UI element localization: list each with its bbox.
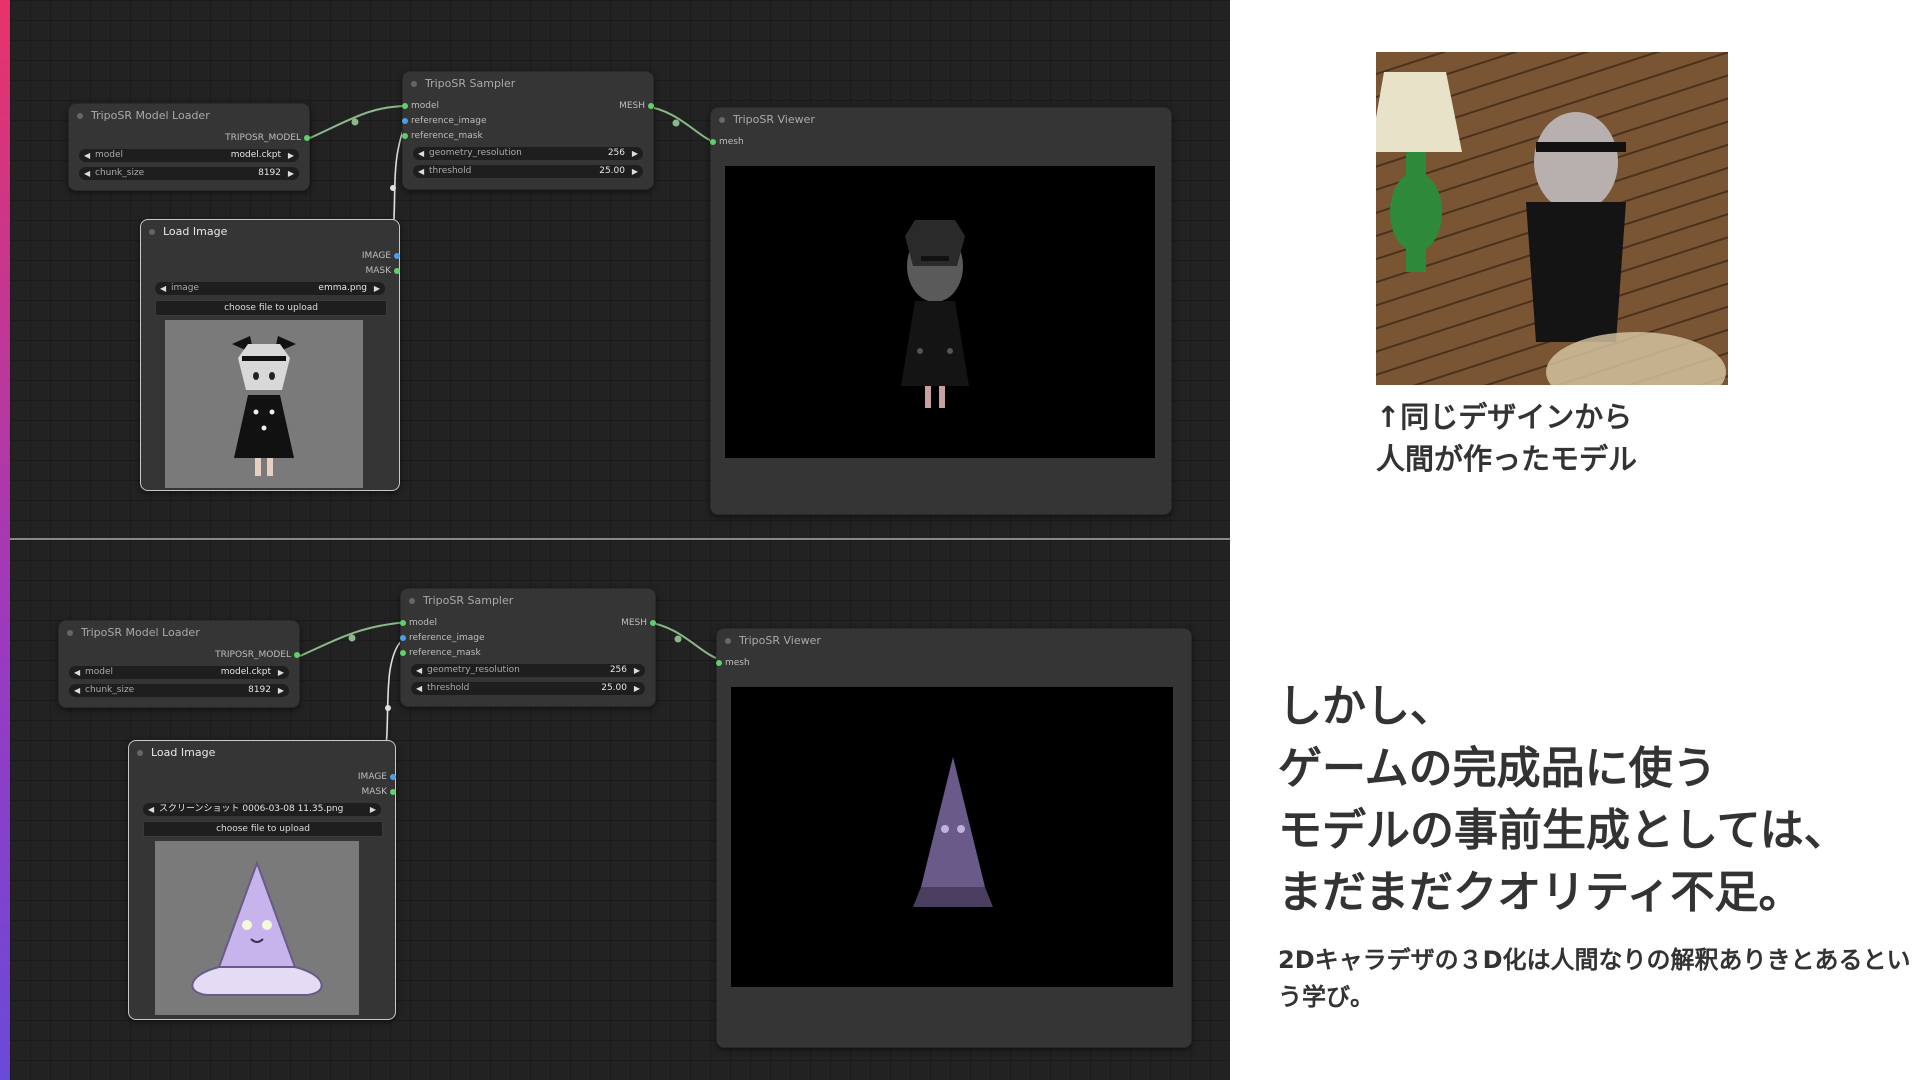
slot-dot-icon: [390, 774, 396, 780]
decrement-arrow-icon[interactable]: ◀: [160, 282, 166, 295]
input-slot-reference-mask[interactable]: reference_mask: [402, 130, 531, 142]
threshold-widget[interactable]: ◀ threshold 25.00 ▶: [413, 165, 643, 178]
increment-arrow-icon[interactable]: ▶: [278, 666, 284, 679]
input-slot-reference-image[interactable]: reference_image: [400, 632, 529, 644]
output-slot-image[interactable]: IMAGE: [311, 250, 400, 262]
increment-arrow-icon[interactable]: ▶: [632, 147, 638, 160]
slot-dot-icon: [294, 652, 300, 658]
input-slot-model[interactable]: model: [402, 100, 531, 112]
node-title: TripoSR Sampler: [401, 589, 655, 613]
3d-viewport[interactable]: [725, 166, 1155, 458]
node-graph-canvas-bottom[interactable]: TripoSR Model Loader TRIPOSR_MODEL ◀ mod…: [10, 540, 1230, 1080]
slot-dot-icon: [400, 635, 406, 641]
character-image: [232, 336, 296, 476]
model-loader-node[interactable]: TripoSR Model Loader TRIPOSR_MODEL ◀ mod…: [68, 103, 310, 191]
slot-dot-icon: [402, 118, 408, 124]
slot-dot-icon: [402, 133, 408, 139]
slot-dot-icon: [402, 103, 408, 109]
reference-caption: ↑同じデザインから 人間が作ったモデル: [1376, 400, 1638, 476]
slot-dot-icon: [716, 660, 722, 666]
geometry-resolution-widget[interactable]: ◀ geometry_resolution 256 ▶: [413, 147, 643, 160]
increment-arrow-icon[interactable]: ▶: [374, 282, 380, 295]
slot-dot-icon: [394, 253, 400, 259]
input-slot-mesh[interactable]: mesh: [716, 657, 825, 669]
decrement-arrow-icon[interactable]: ◀: [418, 147, 424, 160]
decrement-arrow-icon[interactable]: ◀: [84, 149, 90, 162]
model-widget[interactable]: ◀ model model.ckpt ▶: [79, 149, 299, 162]
output-slot-triposr-model[interactable]: TRIPOSR_MODEL: [101, 132, 310, 144]
decrement-arrow-icon[interactable]: ◀: [84, 167, 90, 180]
cone-character-image: [191, 860, 323, 996]
input-slot-reference-mask[interactable]: reference_mask: [400, 647, 529, 659]
output-slot-image[interactable]: IMAGE: [307, 771, 396, 783]
node-title: TripoSR Model Loader: [69, 104, 309, 128]
slot-dot-icon: [400, 620, 406, 626]
slot-dot-icon: [400, 650, 406, 656]
input-slot-model[interactable]: model: [400, 617, 529, 629]
sampler-node[interactable]: TripoSR Sampler model reference_image re…: [400, 588, 656, 707]
main-heading: しかし、 ゲームの完成品に使う モデルの事前生成としては、 まだまだクオリティ不…: [1278, 681, 1848, 918]
decrement-arrow-icon[interactable]: ◀: [148, 803, 154, 816]
output-slot-mesh[interactable]: MESH: [565, 100, 654, 112]
node-graph-canvas-top[interactable]: TripoSR Model Loader TRIPOSR_MODEL ◀ mod…: [10, 0, 1230, 538]
viewer-node[interactable]: TripoSR Viewer mesh: [710, 107, 1172, 515]
mesh-render-image: [913, 757, 993, 907]
node-title: TripoSR Viewer: [711, 108, 1171, 132]
input-slot-mesh[interactable]: mesh: [710, 136, 819, 148]
node-title: Load Image: [141, 220, 399, 244]
decrement-arrow-icon[interactable]: ◀: [416, 664, 422, 677]
human-made-model-photo: [1376, 52, 1728, 385]
load-image-node[interactable]: Load Image IMAGE MASK ◀ image emma.png ▶…: [140, 219, 400, 491]
choose-file-button[interactable]: choose file to upload: [143, 821, 383, 837]
image-select-widget[interactable]: ◀ image emma.png ▶: [155, 282, 385, 295]
slot-dot-icon: [394, 268, 400, 274]
node-title: TripoSR Viewer: [717, 629, 1191, 653]
increment-arrow-icon[interactable]: ▶: [370, 803, 376, 816]
slot-dot-icon: [650, 620, 656, 626]
load-image-node[interactable]: Load Image IMAGE MASK ◀ スクリーンショット 0006-0…: [128, 740, 396, 1020]
increment-arrow-icon[interactable]: ▶: [632, 165, 638, 178]
geometry-resolution-widget[interactable]: ◀ geometry_resolution 256 ▶: [411, 664, 645, 677]
node-title: Load Image: [129, 741, 395, 765]
decrement-arrow-icon[interactable]: ◀: [74, 684, 80, 697]
output-slot-triposr-model[interactable]: TRIPOSR_MODEL: [91, 649, 300, 661]
model-loader-node[interactable]: TripoSR Model Loader TRIPOSR_MODEL ◀ mod…: [58, 620, 300, 708]
node-title: TripoSR Model Loader: [59, 621, 299, 645]
image-select-widget[interactable]: ◀ スクリーンショット 0006-03-08 11.35.png ▶: [143, 803, 381, 816]
increment-arrow-icon[interactable]: ▶: [634, 664, 640, 677]
image-preview: [155, 841, 359, 1015]
slot-dot-icon: [304, 135, 310, 141]
image-preview: [165, 320, 363, 488]
model-widget[interactable]: ◀ model model.ckpt ▶: [69, 666, 289, 679]
choose-file-button[interactable]: choose file to upload: [155, 300, 387, 316]
sampler-node[interactable]: TripoSR Sampler model reference_image re…: [402, 71, 654, 190]
decrement-arrow-icon[interactable]: ◀: [74, 666, 80, 679]
increment-arrow-icon[interactable]: ▶: [288, 149, 294, 162]
chunk-size-widget[interactable]: ◀ chunk_size 8192 ▶: [79, 167, 299, 180]
input-slot-reference-image[interactable]: reference_image: [402, 115, 531, 127]
output-slot-mask[interactable]: MASK: [307, 786, 396, 798]
viewer-node[interactable]: TripoSR Viewer mesh: [716, 628, 1192, 1048]
increment-arrow-icon[interactable]: ▶: [278, 684, 284, 697]
3d-viewport[interactable]: [731, 687, 1173, 987]
output-slot-mask[interactable]: MASK: [311, 265, 400, 277]
accent-bar: [0, 0, 10, 1080]
lesson-note: 2Dキャラデザの３D化は人間なりの解釈ありきとあるという学び。: [1278, 946, 1911, 1011]
slot-dot-icon: [390, 789, 396, 795]
chunk-size-widget[interactable]: ◀ chunk_size 8192 ▶: [69, 684, 289, 697]
slot-dot-icon: [710, 139, 716, 145]
increment-arrow-icon[interactable]: ▶: [288, 167, 294, 180]
reference-model-image: [1376, 52, 1728, 385]
node-title: TripoSR Sampler: [403, 72, 653, 96]
decrement-arrow-icon[interactable]: ◀: [416, 682, 422, 695]
increment-arrow-icon[interactable]: ▶: [634, 682, 640, 695]
mesh-render-image: [901, 220, 969, 408]
slot-dot-icon: [648, 103, 654, 109]
decrement-arrow-icon[interactable]: ◀: [418, 165, 424, 178]
threshold-widget[interactable]: ◀ threshold 25.00 ▶: [411, 682, 645, 695]
output-slot-mesh[interactable]: MESH: [567, 617, 656, 629]
